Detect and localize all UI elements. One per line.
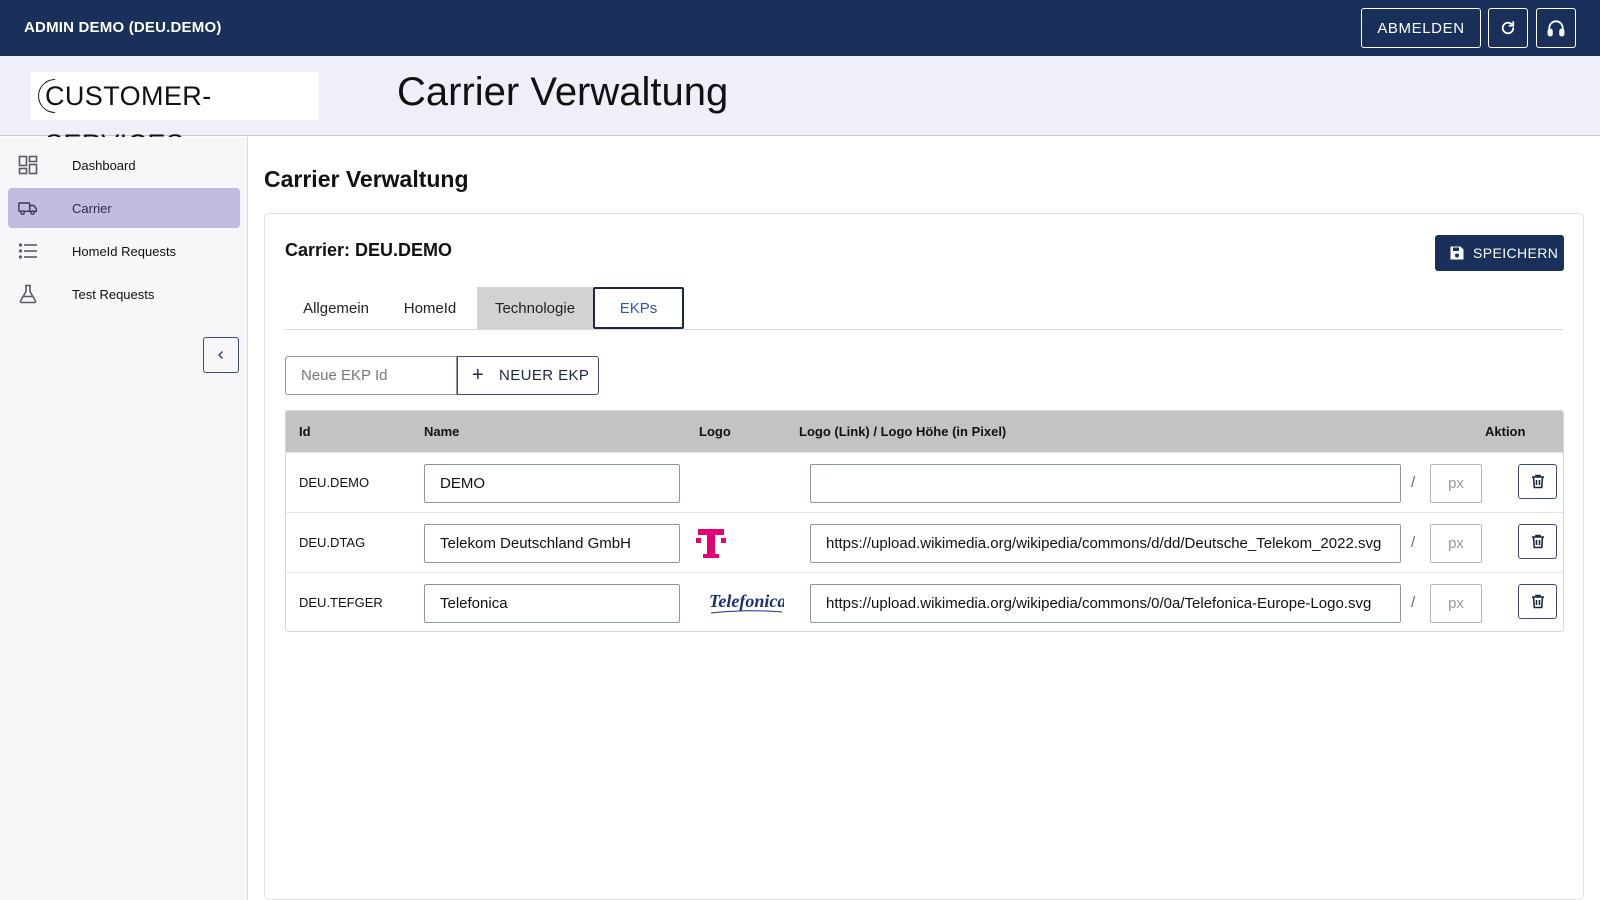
tab-technologie[interactable]: Technologie bbox=[477, 287, 593, 329]
telefonica-logo-text: Telefonica bbox=[709, 591, 784, 611]
new-ekp-button-label: NEUER EKP bbox=[499, 367, 590, 384]
sidebar-item-label: Test Requests bbox=[72, 286, 155, 302]
user-label: ADMIN DEMO (DEU.DEMO) bbox=[24, 19, 222, 36]
sidebar-item-label: Carrier bbox=[72, 200, 112, 216]
row-logo-height-input[interactable] bbox=[1430, 464, 1482, 503]
row-logo-link-input[interactable] bbox=[810, 584, 1401, 623]
delete-button[interactable] bbox=[1518, 464, 1557, 499]
refresh-button[interactable] bbox=[1488, 8, 1528, 48]
tab-ekps[interactable]: EKPs bbox=[593, 287, 684, 329]
page-title: Carrier Verwaltung bbox=[264, 166, 469, 192]
column-header-logo-link: Logo (Link) / Logo Höhe (in Pixel) bbox=[799, 424, 1007, 439]
sidebar-item-label: HomeId Requests bbox=[72, 243, 177, 259]
plus-icon: + bbox=[472, 364, 485, 386]
flask-icon bbox=[19, 284, 37, 304]
separator: / bbox=[1411, 474, 1416, 491]
header-title: Carrier Verwaltung bbox=[397, 70, 729, 114]
sidebar-item-dashboard[interactable]: Dashboard bbox=[8, 145, 240, 185]
row-name-input[interactable] bbox=[424, 584, 680, 623]
save-icon bbox=[1450, 246, 1464, 260]
save-button-label: SPEICHERN bbox=[1473, 245, 1559, 261]
separator: / bbox=[1411, 594, 1416, 611]
tab-homeid[interactable]: HomeId bbox=[387, 287, 473, 329]
row-id: DEU.DEMO bbox=[299, 475, 370, 490]
column-header-id: Id bbox=[299, 424, 311, 439]
refresh-icon bbox=[1501, 21, 1515, 35]
telefonica-logo: Telefonica bbox=[708, 583, 784, 623]
chevron-left-icon bbox=[217, 350, 224, 360]
row-name-input[interactable] bbox=[424, 464, 680, 503]
row-logo-height-input[interactable] bbox=[1430, 524, 1482, 563]
dashboard-icon bbox=[18, 155, 38, 175]
row-id: DEU.TEFGER bbox=[299, 595, 383, 610]
delete-button[interactable] bbox=[1518, 584, 1557, 619]
tab-allgemein[interactable]: Allgemein bbox=[285, 287, 387, 329]
telekom-logo-icon bbox=[696, 523, 726, 563]
row-logo-link-input[interactable] bbox=[810, 524, 1401, 563]
carrier-card: Carrier: DEU.DEMO SPEICHERN Allgemein Ho… bbox=[264, 213, 1584, 900]
trash-icon bbox=[1531, 594, 1544, 609]
column-header-logo: Logo bbox=[699, 424, 731, 439]
sidebar-item-homeid-requests[interactable]: HomeId Requests bbox=[8, 231, 240, 271]
separator: / bbox=[1411, 534, 1416, 551]
company-logo[interactable]: CUSTOMER-SERVICES bbox=[30, 71, 319, 159]
sidebar-item-test-requests[interactable]: Test Requests bbox=[8, 274, 240, 314]
new-ekp-button[interactable]: + NEUER EKP bbox=[457, 356, 599, 395]
row-logo-height-input[interactable] bbox=[1430, 584, 1482, 623]
table-row: DEU.DTAG / bbox=[286, 512, 1563, 573]
top-bar: ADMIN DEMO (DEU.DEMO) ABMELDEN bbox=[0, 0, 1600, 56]
column-header-name: Name bbox=[424, 424, 460, 439]
table-row: DEU.DEMO / bbox=[286, 452, 1563, 513]
logo-text: CUSTOMER-SERVICES bbox=[45, 81, 212, 159]
trash-icon bbox=[1531, 474, 1544, 489]
truck-icon bbox=[18, 202, 38, 215]
save-button[interactable]: SPEICHERN bbox=[1435, 235, 1564, 271]
table-header: Id Name Logo Logo (Link) / Logo Höhe (in… bbox=[286, 411, 1563, 452]
support-button[interactable] bbox=[1536, 8, 1576, 48]
row-name-input[interactable] bbox=[424, 524, 680, 563]
sidebar: Dashboard Carrier HomeId Requests Test R… bbox=[0, 137, 248, 900]
tab-bar: Allgemein HomeId Technologie EKPs bbox=[285, 287, 1564, 330]
trash-icon bbox=[1531, 534, 1544, 549]
logout-button[interactable]: ABMELDEN bbox=[1361, 8, 1481, 48]
row-id: DEU.DTAG bbox=[299, 535, 366, 550]
row-logo-link-input[interactable] bbox=[810, 464, 1401, 503]
app-header: CUSTOMER-SERVICES Carrier Verwaltung bbox=[0, 56, 1600, 159]
table-row: DEU.TEFGER Telefonica / bbox=[286, 572, 1563, 631]
new-ekp-id-input[interactable] bbox=[285, 356, 457, 395]
sidebar-item-carrier[interactable]: Carrier bbox=[8, 188, 240, 228]
delete-button[interactable] bbox=[1518, 524, 1557, 559]
headset-icon bbox=[1547, 20, 1565, 37]
sidebar-collapse-button[interactable] bbox=[203, 337, 239, 373]
carrier-title: Carrier: DEU.DEMO bbox=[285, 240, 453, 260]
ekp-table: Id Name Logo Logo (Link) / Logo Höhe (in… bbox=[285, 410, 1564, 632]
column-header-action: Aktion bbox=[1485, 424, 1526, 439]
sidebar-item-label: Dashboard bbox=[72, 157, 136, 173]
list-icon bbox=[18, 243, 37, 259]
